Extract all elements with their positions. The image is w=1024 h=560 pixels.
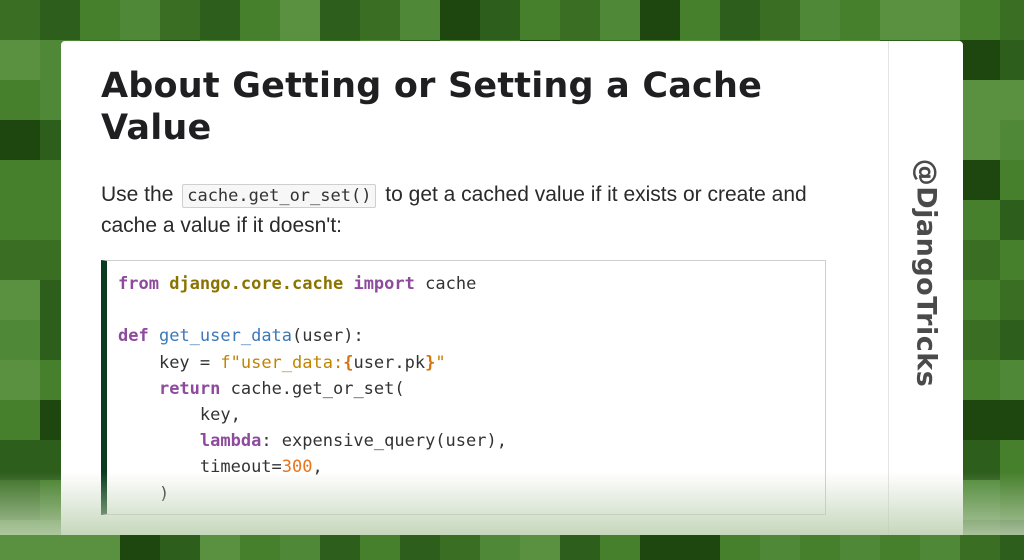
fstring-brace-open: { [343, 352, 354, 373]
code-line-4: key = f"user_data:{user.pk}" [159, 353, 446, 373]
code-line-1: from django.core.cache import cache [118, 274, 476, 294]
code-line-7: lambda: expensive_query(user), [200, 431, 507, 451]
fstring-suffix: " [435, 352, 446, 373]
content-card: About Getting or Setting a Cache Value U… [61, 41, 963, 535]
intro-paragraph: Use the cache.get_or_set() to get a cach… [101, 180, 831, 241]
fstring-expr: user.pk [353, 352, 426, 373]
code-content: from django.core.cache import cache def … [107, 261, 825, 507]
fstring-brace-close: } [425, 352, 436, 373]
code-line-5: return cache.get_or_set( [159, 379, 405, 399]
bottom-fade-overlay [0, 472, 1024, 535]
function-name: get_user_data [158, 326, 293, 347]
fstring-prefix: f"user_data: [220, 352, 344, 373]
assign-lhs: key = [158, 352, 221, 373]
code-line-6: key, [199, 405, 241, 426]
intro-text-before: Use the [101, 183, 174, 206]
code-line-3: def get_user_data(user): [118, 326, 364, 346]
kw-lambda: lambda [199, 431, 262, 452]
call-expr: cache.get_or_set( [230, 378, 405, 399]
function-params: (user): [292, 326, 364, 347]
module-name: django.core.cache [169, 274, 344, 294]
kw-return: return [158, 378, 221, 399]
import-name: cache [425, 274, 477, 294]
author-handle: @DjangoTricks [910, 158, 942, 388]
inline-code: cache.get_or_set() [182, 184, 377, 208]
kw-import: import [353, 274, 415, 294]
page-title: About Getting or Setting a Cache Value [101, 66, 763, 148]
kw-def: def [118, 326, 149, 347]
kw-from: from [118, 274, 159, 294]
lambda-body: : expensive_query(user), [261, 431, 507, 452]
